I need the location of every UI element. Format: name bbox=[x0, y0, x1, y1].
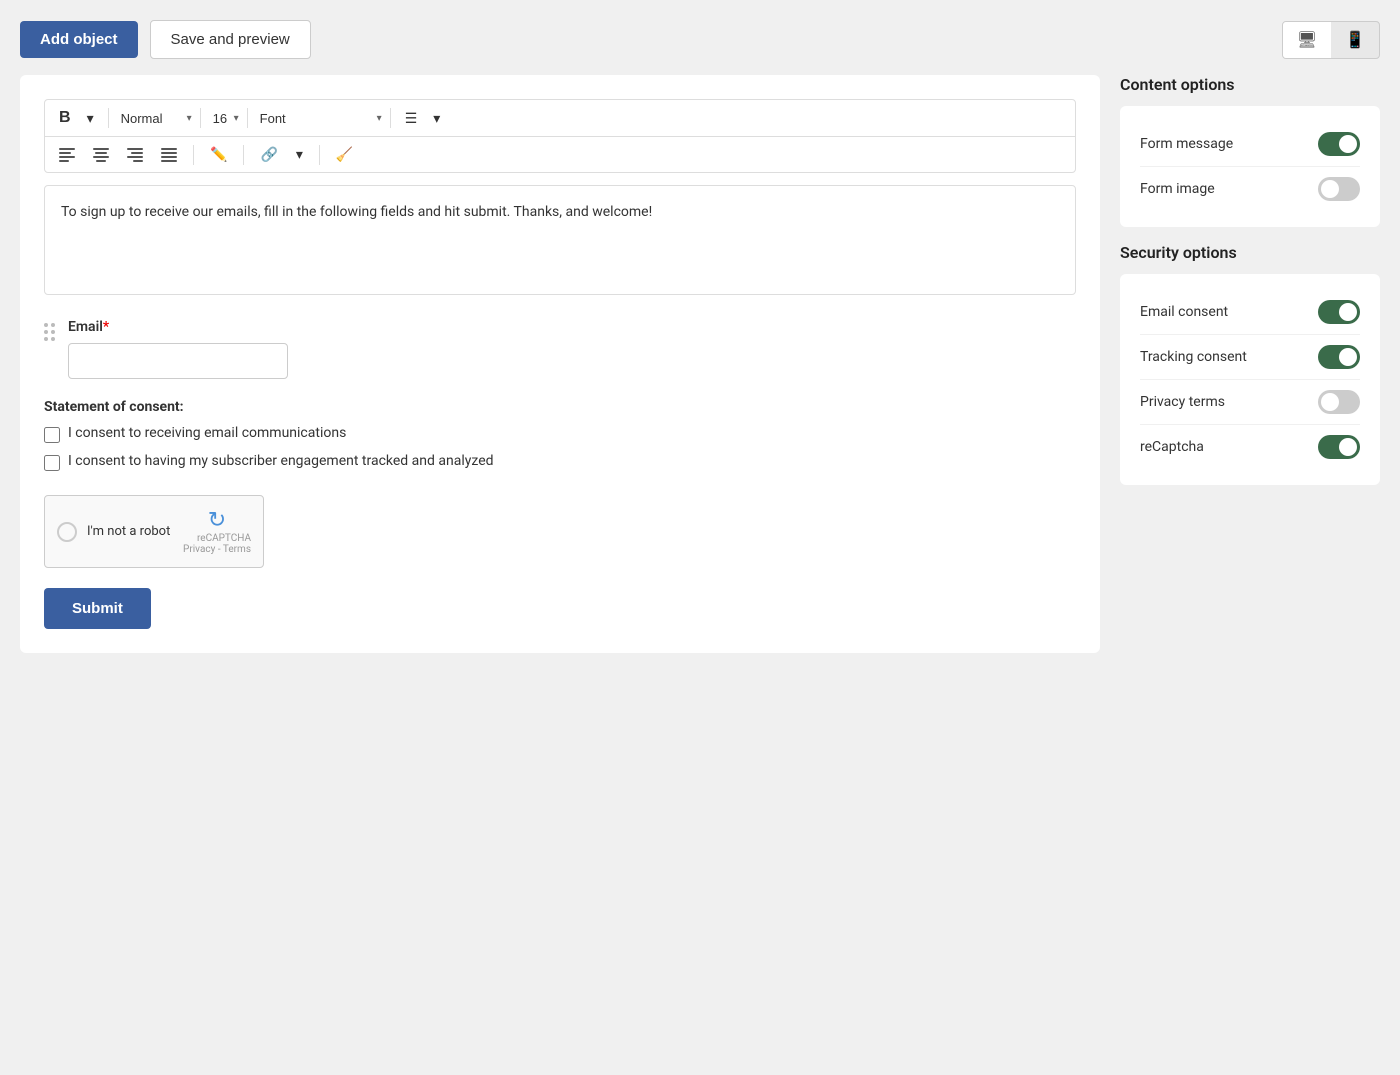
toolbar-row-formatting: B ▾ Normal Heading 1 Heading 2 Heading 3… bbox=[45, 100, 1075, 137]
security-option-tracking-consent: Tracking consent bbox=[1140, 334, 1360, 379]
toolbar-divider-6 bbox=[243, 145, 244, 165]
security-option-email-consent: Email consent bbox=[1140, 290, 1360, 334]
security-option-recaptcha: reCaptcha bbox=[1140, 424, 1360, 469]
form-image-toggle[interactable] bbox=[1318, 177, 1360, 201]
form-image-slider bbox=[1318, 177, 1360, 201]
recaptcha-slider bbox=[1318, 435, 1360, 459]
content-option-form-image: Form image bbox=[1140, 166, 1360, 211]
recaptcha-toggle[interactable] bbox=[1318, 435, 1360, 459]
top-bar: Add object Save and preview 🖥 📱 bbox=[20, 20, 1380, 59]
device-toggle: 🖥 📱 bbox=[1282, 21, 1380, 59]
toolbar-divider-7 bbox=[319, 145, 320, 165]
privacy-terms-label: Privacy terms bbox=[1140, 394, 1225, 410]
save-preview-button[interactable]: Save and preview bbox=[150, 20, 311, 59]
email-consent-slider bbox=[1318, 300, 1360, 324]
drag-dot-3 bbox=[44, 330, 48, 334]
recaptcha-links: Privacy - Terms bbox=[183, 544, 251, 555]
editor-body-text: To sign up to receive our emails, fill i… bbox=[61, 204, 652, 220]
recaptcha-label: I'm not a robot bbox=[87, 524, 170, 539]
recaptcha-left: I'm not a robot bbox=[57, 522, 170, 542]
email-consent-toggle[interactable] bbox=[1318, 300, 1360, 324]
email-field-section: Email* bbox=[44, 319, 1076, 379]
main-layout: B ▾ Normal Heading 1 Heading 2 Heading 3… bbox=[20, 75, 1380, 653]
pen-button[interactable]: ✏️ bbox=[204, 143, 233, 166]
list-dropdown-button[interactable]: ▾ bbox=[427, 107, 446, 130]
eraser-button[interactable]: 🧹 bbox=[330, 143, 359, 166]
font-select-wrap: Font Arial Georgia Times New Roman Verda… bbox=[256, 109, 382, 128]
consent-checkbox-1[interactable] bbox=[44, 427, 60, 443]
align-center-button[interactable] bbox=[87, 145, 115, 165]
privacy-terms-toggle[interactable] bbox=[1318, 390, 1360, 414]
toolbar: B ▾ Normal Heading 1 Heading 2 Heading 3… bbox=[44, 99, 1076, 173]
align-justify-button[interactable] bbox=[155, 145, 183, 165]
toolbar-divider-4 bbox=[390, 108, 391, 128]
right-panel: Content options Form message Form image … bbox=[1120, 75, 1380, 501]
recaptcha-brand: reCAPTCHA bbox=[183, 533, 251, 544]
align-left-button[interactable] bbox=[53, 145, 81, 165]
desktop-view-button[interactable]: 🖥 bbox=[1283, 22, 1331, 58]
email-input[interactable] bbox=[68, 343, 288, 379]
drag-dot-5 bbox=[44, 337, 48, 341]
bold-dropdown-button[interactable]: ▾ bbox=[81, 107, 100, 130]
form-message-toggle[interactable] bbox=[1318, 132, 1360, 156]
toolbar-row-alignment: ✏️ 🔗 ▾ 🧹 bbox=[45, 137, 1075, 172]
font-select[interactable]: Font Arial Georgia Times New Roman Verda… bbox=[256, 109, 375, 128]
content-options-card: Form message Form image bbox=[1120, 106, 1380, 227]
submit-button[interactable]: Submit bbox=[44, 588, 151, 629]
consent-label-2: I consent to having my subscriber engage… bbox=[68, 453, 494, 469]
consent-section: Statement of consent: I consent to recei… bbox=[44, 399, 1076, 471]
list-button[interactable]: ☰ bbox=[399, 107, 424, 130]
consent-title: Statement of consent: bbox=[44, 399, 1076, 415]
consent-item-1: I consent to receiving email communicati… bbox=[44, 425, 1076, 443]
editor-panel: B ▾ Normal Heading 1 Heading 2 Heading 3… bbox=[20, 75, 1100, 653]
toolbar-divider-2 bbox=[200, 108, 201, 128]
consent-checkbox-2[interactable] bbox=[44, 455, 60, 471]
content-option-form-message: Form message bbox=[1140, 122, 1360, 166]
form-message-slider bbox=[1318, 132, 1360, 156]
form-image-label: Form image bbox=[1140, 181, 1215, 197]
editor-text-area[interactable]: To sign up to receive our emails, fill i… bbox=[44, 185, 1076, 295]
recaptcha-checkbox[interactable] bbox=[57, 522, 77, 542]
tracking-consent-label: Tracking consent bbox=[1140, 349, 1247, 365]
tracking-consent-slider bbox=[1318, 345, 1360, 369]
toolbar-divider-1 bbox=[108, 108, 109, 128]
security-option-privacy-terms: Privacy terms bbox=[1140, 379, 1360, 424]
recaptcha-logo-icon: ↻ bbox=[183, 508, 251, 533]
email-consent-label: Email consent bbox=[1140, 304, 1228, 320]
align-right-button[interactable] bbox=[121, 145, 149, 165]
mobile-view-button[interactable]: 📱 bbox=[1331, 22, 1379, 58]
security-options-title: Security options bbox=[1120, 243, 1380, 262]
font-chevron: ▾ bbox=[377, 113, 382, 124]
recaptcha-box: I'm not a robot ↻ reCAPTCHA Privacy - Te… bbox=[44, 495, 264, 568]
add-object-button[interactable]: Add object bbox=[20, 21, 138, 58]
content-options-title: Content options bbox=[1120, 75, 1380, 94]
style-chevron: ▾ bbox=[187, 113, 192, 124]
style-select-wrap: Normal Heading 1 Heading 2 Heading 3 ▾ bbox=[117, 109, 192, 128]
drag-dot-4 bbox=[51, 330, 55, 334]
link-button[interactable]: 🔗 bbox=[254, 143, 283, 166]
tracking-consent-toggle[interactable] bbox=[1318, 345, 1360, 369]
size-select[interactable]: 8101214 16182024 bbox=[209, 109, 232, 128]
recaptcha-right: ↻ reCAPTCHA Privacy - Terms bbox=[183, 508, 251, 555]
drag-dot-6 bbox=[51, 337, 55, 341]
drag-dot-1 bbox=[44, 323, 48, 327]
required-marker: * bbox=[103, 319, 109, 335]
link-dropdown-button[interactable]: ▾ bbox=[290, 143, 309, 166]
security-options-card: Email consent Tracking consent Privacy t… bbox=[1120, 274, 1380, 485]
size-select-wrap: 8101214 16182024 ▾ bbox=[209, 109, 239, 128]
toolbar-divider-5 bbox=[193, 145, 194, 165]
consent-item-2: I consent to having my subscriber engage… bbox=[44, 453, 1076, 471]
style-select[interactable]: Normal Heading 1 Heading 2 Heading 3 bbox=[117, 109, 185, 128]
drag-handle[interactable] bbox=[44, 323, 55, 341]
drag-dot-2 bbox=[51, 323, 55, 327]
email-field-label: Email* bbox=[68, 319, 1076, 335]
form-message-label: Form message bbox=[1140, 136, 1233, 152]
consent-label-1: I consent to receiving email communicati… bbox=[68, 425, 346, 441]
bold-button[interactable]: B bbox=[53, 106, 77, 130]
size-chevron: ▾ bbox=[234, 113, 239, 124]
privacy-terms-slider bbox=[1318, 390, 1360, 414]
toolbar-divider-3 bbox=[247, 108, 248, 128]
recaptcha-option-label: reCaptcha bbox=[1140, 439, 1204, 455]
